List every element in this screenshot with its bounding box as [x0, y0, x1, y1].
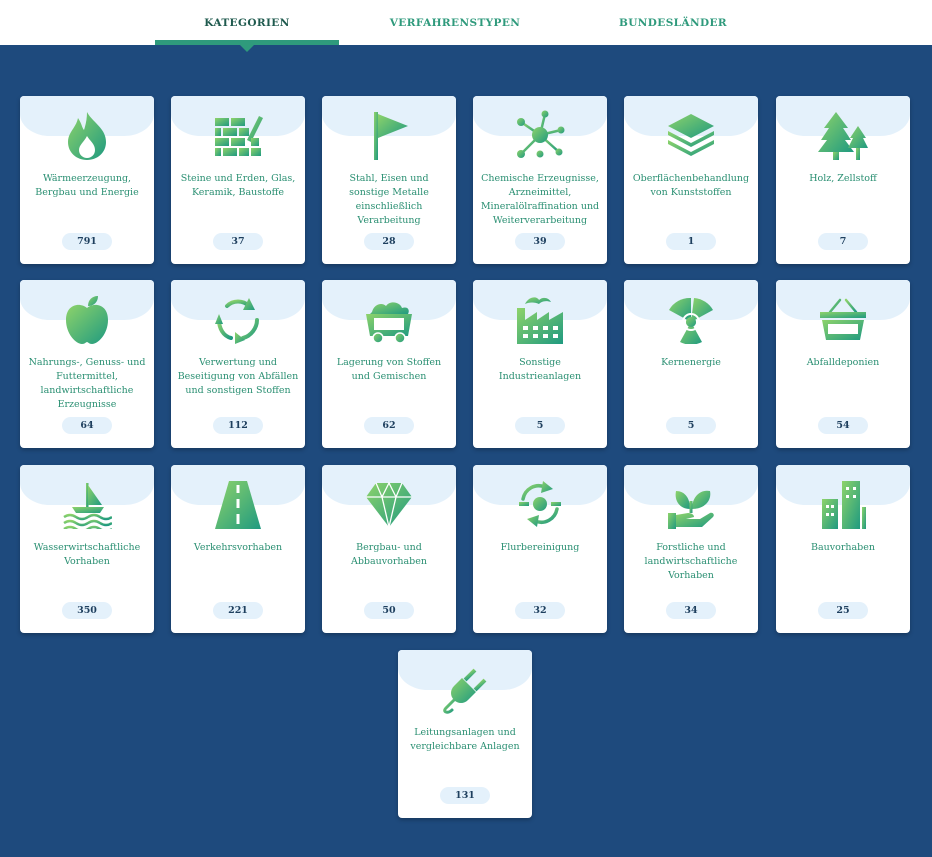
tab-bundeslaender[interactable]: BUNDESLÄNDER: [585, 0, 761, 45]
category-card-kernenergie[interactable]: Kernenergie 5: [624, 280, 758, 448]
category-card-leitungsanlagen[interactable]: Leitungsanlagen und vergleichbare Anlage…: [398, 650, 532, 818]
layers-icon: [668, 114, 714, 156]
category-card-holz-zellstoff[interactable]: Holz, Zellstoff 7: [776, 96, 910, 264]
card-count-badge: 7: [818, 233, 868, 250]
card-label: Bergbau- und Abbauvorhaben: [350, 542, 428, 567]
card-count-badge: 131: [440, 787, 490, 804]
card-label: Nahrungs-, Genuss- und Futtermittel, lan…: [28, 357, 146, 410]
flame-icon: [68, 112, 106, 160]
category-card-industrieanlagen[interactable]: Sonstige Industrieanlagen 5: [473, 280, 607, 448]
basket-icon: [820, 298, 866, 340]
card-label: Abfalldeponien: [806, 357, 880, 368]
category-card-abfallverwertung[interactable]: Verwertung und Beseitigung von Abfällen …: [171, 280, 305, 448]
category-tab-bar: KATEGORIEN VERFAHRENSTYPEN BUNDESLÄNDER: [0, 0, 932, 45]
active-tab-caret: [240, 45, 254, 52]
card-count-badge: 5: [515, 417, 565, 434]
category-card-bauvorhaben[interactable]: Bauvorhaben 25: [776, 465, 910, 633]
card-label: Forstliche und landwirtschaftliche Vorha…: [644, 542, 738, 581]
category-card-bergbau[interactable]: Bergbau- und Abbauvorhaben 50: [322, 465, 456, 633]
card-label: Sonstige Industrieanlagen: [498, 357, 582, 382]
card-count-badge: 39: [515, 233, 565, 250]
category-card-flurbereinigung[interactable]: Flurbereinigung 32: [473, 465, 607, 633]
card-label: Chemische Erzeugnisse, Arzneimittel, Min…: [480, 173, 600, 226]
plant-hand-icon: [668, 490, 714, 529]
card-count-badge: 28: [364, 233, 414, 250]
category-card-chemische-erzeugnisse[interactable]: Chemische Erzeugnisse, Arzneimittel, Min…: [473, 96, 607, 264]
card-count-badge: 62: [364, 417, 414, 434]
card-count-badge: 54: [818, 417, 868, 434]
radiation-icon: [669, 297, 713, 344]
category-card-verkehrsvorhaben[interactable]: Verkehrsvorhaben 221: [171, 465, 305, 633]
card-label: Lagerung von Stoffen und Gemischen: [336, 357, 442, 382]
category-card-abfalldeponien[interactable]: Abfalldeponien 54: [776, 280, 910, 448]
tab-verfahrenstypen[interactable]: VERFAHRENSTYPEN: [365, 0, 545, 45]
category-card-nahrungsmittel[interactable]: Nahrungs-, Genuss- und Futtermittel, lan…: [20, 280, 154, 448]
card-label: Bauvorhaben: [811, 542, 875, 553]
card-label: Leitungsanlagen und vergleichbare Anlage…: [410, 727, 520, 752]
tab-kategorien[interactable]: KATEGORIEN: [155, 0, 339, 45]
apple-icon: [66, 296, 108, 344]
card-label: Oberflächenbehandlung von Kunststoffen: [632, 173, 750, 198]
card-count-badge: 37: [213, 233, 263, 250]
card-label: Kernenergie: [661, 357, 721, 368]
card-count-badge: 50: [364, 602, 414, 619]
card-count-badge: 64: [62, 417, 112, 434]
card-count-badge: 5: [666, 417, 716, 434]
flag-icon: [374, 112, 408, 160]
card-label: Holz, Zellstoff: [809, 173, 877, 184]
recycle-icon: [215, 298, 259, 344]
card-count-badge: 1: [666, 233, 716, 250]
card-count-badge: 34: [666, 602, 716, 619]
card-count-badge: 32: [515, 602, 565, 619]
category-card-stahl-eisen[interactable]: Stahl, Eisen und sonstige Metalle einsch…: [322, 96, 456, 264]
brick-wall-icon: [215, 116, 263, 156]
category-card-lagerung[interactable]: Lagerung von Stoffen und Gemischen 62: [322, 280, 456, 448]
mine-cart-icon: [366, 302, 412, 344]
sailboat-icon: [63, 483, 112, 529]
factory-icon: [517, 297, 563, 344]
card-count-badge: 25: [818, 602, 868, 619]
card-label: Steine und Erden, Glas, Keramik, Baustof…: [180, 173, 296, 198]
card-count-badge: 350: [62, 602, 112, 619]
card-label: Verkehrsvorhaben: [193, 542, 283, 553]
trees-icon: [818, 112, 868, 160]
diamond-icon: [366, 481, 412, 528]
category-card-wasserwirtschaft[interactable]: Wasserwirtschaftliche Vorhaben 350: [20, 465, 154, 633]
card-count-badge: 112: [213, 417, 263, 434]
road-icon: [215, 481, 261, 529]
card-label: Wärmeerzeugung, Bergbau und Energie: [35, 173, 139, 198]
card-label: Verwertung und Beseitigung von Abfällen …: [177, 357, 299, 396]
card-label: Flurbereinigung: [500, 542, 580, 553]
plug-icon: [443, 668, 487, 714]
card-count-badge: 221: [213, 602, 263, 619]
category-card-forstlich-landwirtschaftlich[interactable]: Forstliche und landwirtschaftliche Vorha…: [624, 465, 758, 633]
category-card-steine-erden[interactable]: Steine und Erden, Glas, Keramik, Baustof…: [171, 96, 305, 264]
category-card-oberflaechenbehandlung[interactable]: Oberflächenbehandlung von Kunststoffen 1: [624, 96, 758, 264]
card-label: Stahl, Eisen und sonstige Metalle einsch…: [349, 173, 429, 226]
card-count-badge: 791: [62, 233, 112, 250]
molecule-icon: [517, 110, 565, 158]
card-label: Wasserwirtschaftliche Vorhaben: [33, 542, 141, 567]
buildings-icon: [822, 481, 866, 529]
category-card-waermeerzeugung[interactable]: Wärmeerzeugung, Bergbau und Energie 791: [20, 96, 154, 264]
land-cycle-icon: [519, 481, 561, 527]
